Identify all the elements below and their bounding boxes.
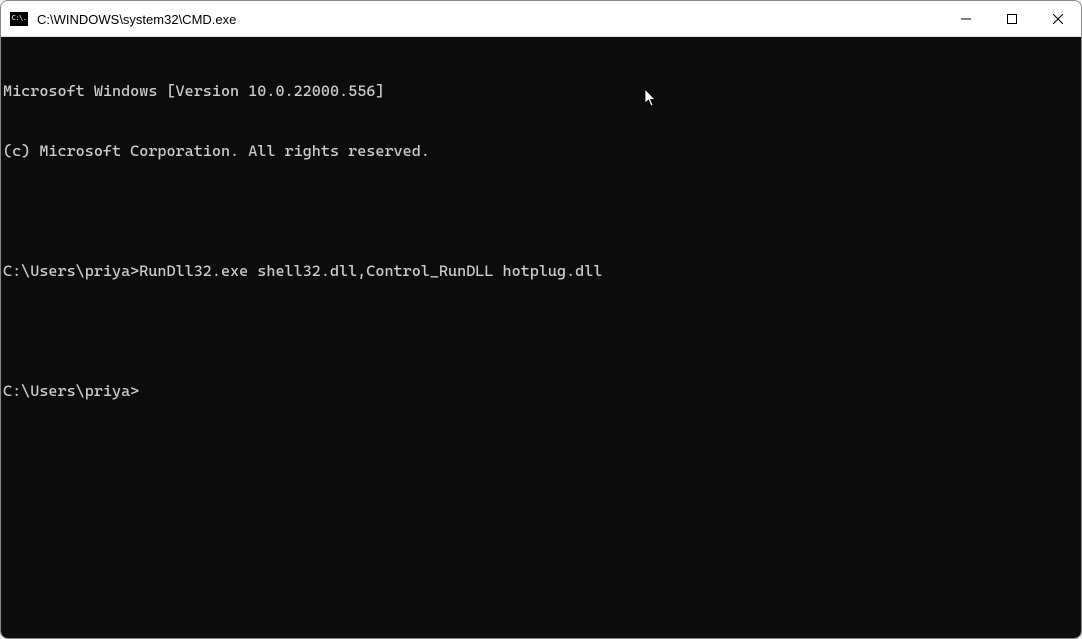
- close-icon: [1053, 14, 1063, 24]
- cmd-window: C:\. C:\WINDOWS\system32\CMD.exe Microso…: [0, 0, 1082, 639]
- terminal-line: (c) Microsoft Corporation. All rights re…: [3, 141, 1079, 161]
- maximize-icon: [1007, 14, 1017, 24]
- cmd-icon: C:\.: [10, 12, 28, 26]
- terminal-text: Microsoft Windows [Version 10.0.22000.55…: [3, 82, 384, 100]
- terminal-line: Microsoft Windows [Version 10.0.22000.55…: [3, 81, 1079, 101]
- minimize-button[interactable]: [943, 1, 989, 36]
- prompt: C:\Users\priya>: [3, 382, 139, 400]
- command-text: RunDll32.exe shell32.dll,Control_RunDLL …: [139, 262, 602, 280]
- close-button[interactable]: [1035, 1, 1081, 36]
- terminal-area[interactable]: Microsoft Windows [Version 10.0.22000.55…: [1, 37, 1081, 638]
- maximize-button[interactable]: [989, 1, 1035, 36]
- cmd-icon-text: C:\.: [12, 15, 27, 22]
- window-title: C:\WINDOWS\system32\CMD.exe: [37, 11, 943, 27]
- minimize-icon: [961, 14, 971, 24]
- terminal-line: C:\Users\priya>: [3, 381, 1079, 401]
- prompt: C:\Users\priya>: [3, 262, 139, 280]
- titlebar[interactable]: C:\. C:\WINDOWS\system32\CMD.exe: [1, 1, 1081, 37]
- terminal-text: (c) Microsoft Corporation. All rights re…: [3, 142, 430, 160]
- terminal-line: [3, 321, 1079, 341]
- terminal-line: [3, 201, 1079, 221]
- terminal-line: C:\Users\priya>RunDll32.exe shell32.dll,…: [3, 261, 1079, 281]
- window-controls: [943, 1, 1081, 36]
